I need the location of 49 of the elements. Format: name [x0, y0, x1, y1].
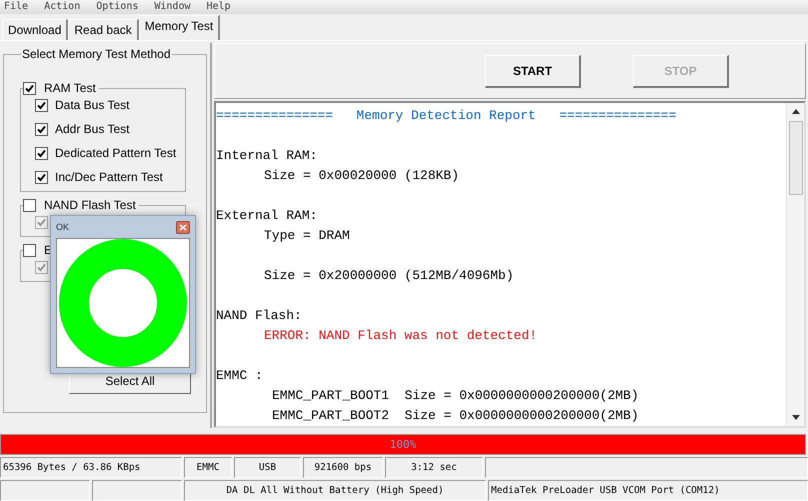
scroll-up-icon[interactable]	[792, 108, 800, 114]
tab[interactable]: Memory Test	[138, 15, 220, 40]
status-cell: 921600 bps	[303, 457, 383, 478]
report-line: EMMC_PART_BOOT1 Size = 0x0000000000200000(2MB)	[272, 388, 639, 403]
action-button[interactable]: START	[485, 54, 581, 88]
menu-item[interactable]: Window	[154, 0, 190, 14]
report-line: ERROR: NAND Flash was not detected!	[264, 328, 538, 343]
menu-item[interactable]: Action	[44, 0, 80, 14]
checkbox-label: Dedicated Pattern Test	[55, 146, 176, 160]
report-line: Internal RAM:	[216, 148, 318, 163]
report-line: EMMC_PART_BOOT2 Size = 0x0000000000200000(2MB)	[272, 408, 639, 423]
report-line: EMMC :	[216, 368, 263, 383]
progress-text: 100%	[390, 438, 416, 452]
checkbox-label: RAM Test	[44, 81, 96, 95]
checkbox-label: NAND Flash Test	[44, 198, 136, 212]
menu-item[interactable]: Help	[206, 0, 231, 14]
checkbox[interactable]	[35, 98, 48, 112]
status-cell: MediaTek PreLoader USB VCOM Port (COM12)	[488, 480, 808, 501]
report-line: NAND Flash:	[216, 308, 302, 323]
report-line: External RAM:	[216, 208, 318, 223]
close-icon	[179, 224, 187, 230]
menu-item[interactable]: File	[4, 0, 28, 14]
checkbox-label: Data Bus Test	[55, 98, 130, 112]
scroll-down-icon[interactable]	[792, 415, 800, 421]
close-button[interactable]	[176, 220, 190, 234]
scroll-thumb[interactable]	[788, 121, 802, 195]
checkbox[interactable]	[35, 122, 48, 136]
popup-title: OK	[56, 222, 70, 232]
report-line: Size = 0x20000000 (512MB/4096Mb)	[264, 268, 514, 283]
scrollbar[interactable]	[786, 103, 804, 426]
report-line: =============== Memory Detection Report ===============	[216, 108, 676, 123]
report-line: Size = 0x00020000 (128KB)	[264, 168, 460, 183]
status-cell: USB	[234, 457, 301, 478]
status-cell: EMMC	[184, 457, 232, 478]
checkbox[interactable]	[35, 170, 48, 184]
status-cell: DA DL All Without Battery (High Speed)	[184, 480, 486, 501]
checkbox[interactable]	[23, 244, 36, 256]
checkbox[interactable]	[23, 82, 36, 94]
checkbox[interactable]	[23, 198, 36, 212]
tab[interactable]: Read back	[68, 19, 139, 40]
report-line: Type = DRAM	[264, 228, 350, 243]
tab[interactable]: Download	[2, 19, 68, 40]
checkbox-label: Inc/Dec Pattern Test	[55, 170, 163, 184]
checkbox-label: Addr Bus Test	[55, 122, 130, 136]
status-cell: 3:12 sec	[385, 457, 483, 478]
menu-item[interactable]: Options	[96, 0, 138, 14]
checkbox[interactable]	[35, 146, 48, 160]
group-title: Select Memory Test Method	[21, 47, 172, 61]
status-cell: 65396 Bytes / 63.86 KBps	[0, 457, 182, 478]
